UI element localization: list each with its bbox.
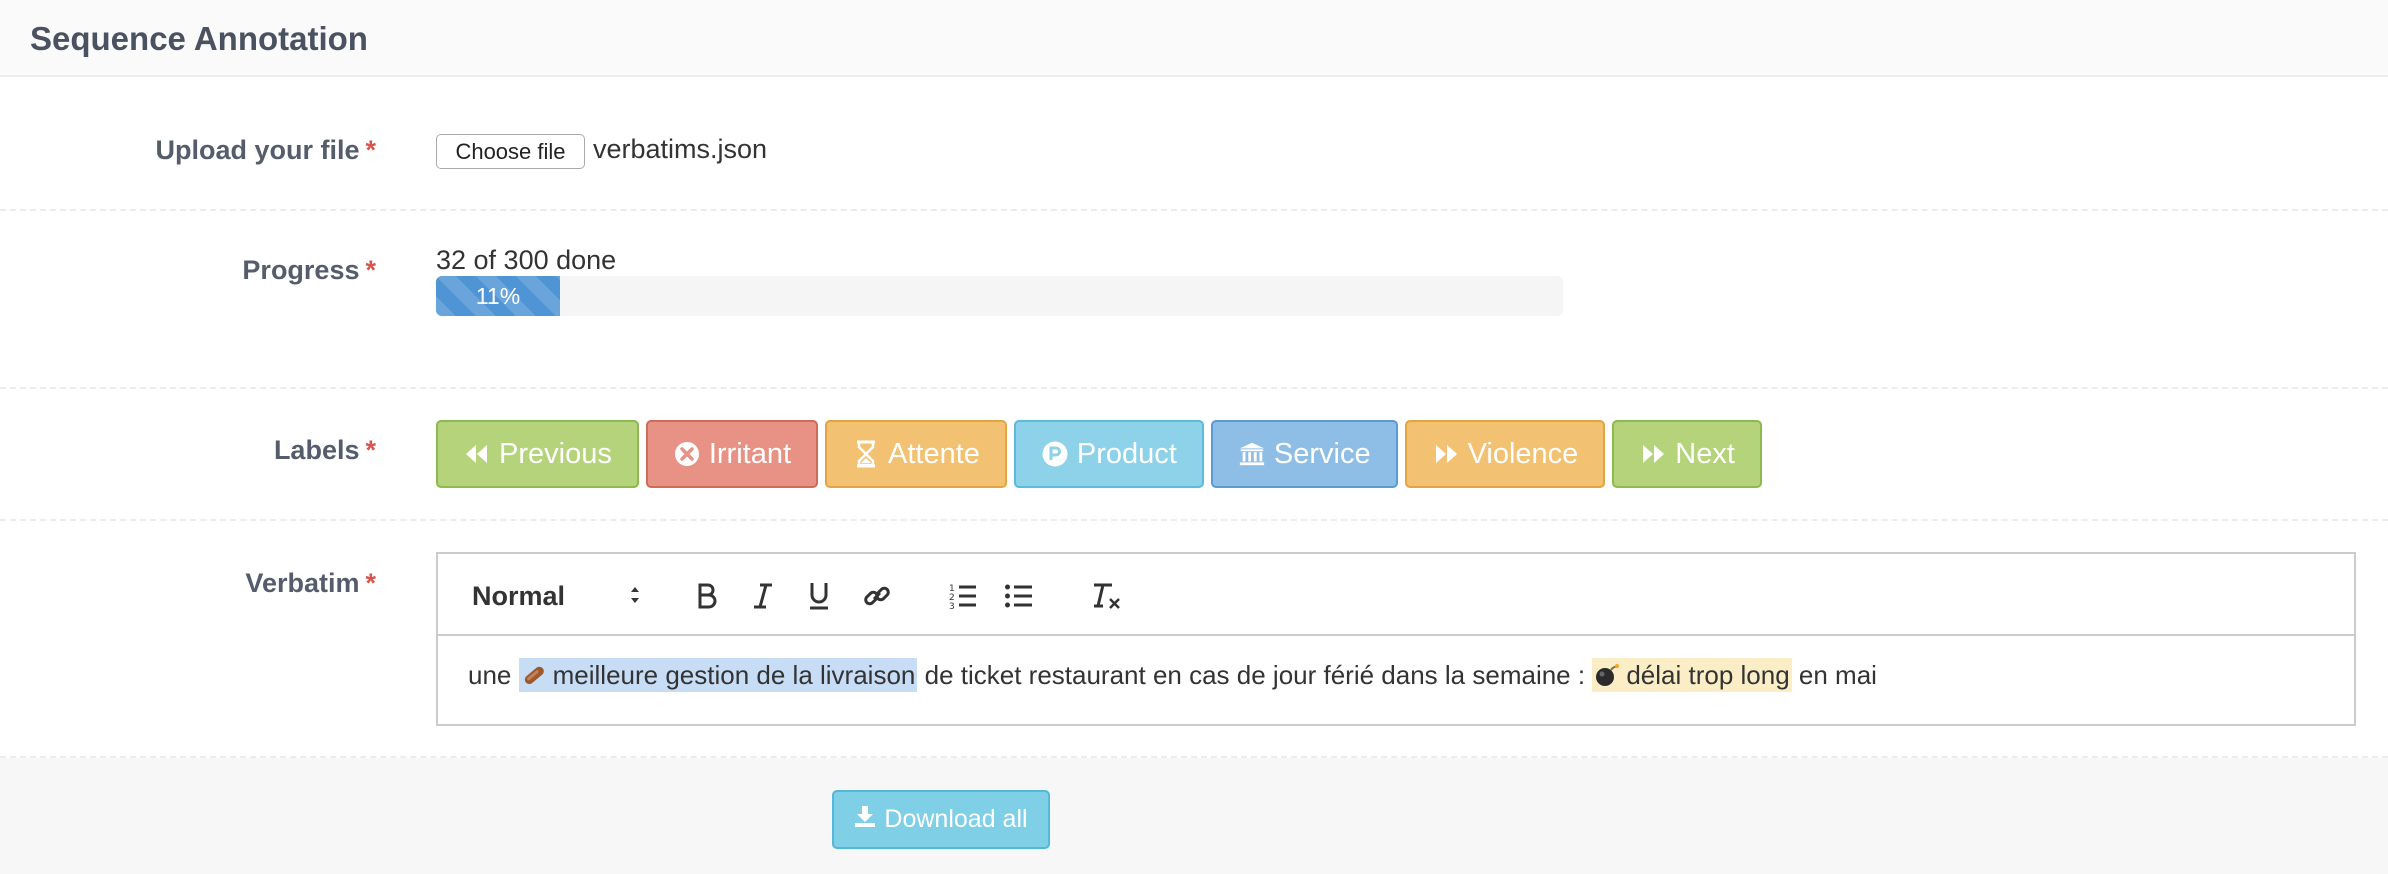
download-all-button[interactable]: Download all (832, 790, 1050, 849)
previous-button-label: Previous (499, 437, 612, 470)
annotation-highlight[interactable]: meilleure gestion de la livraison (518, 658, 918, 695)
underline-button[interactable] (806, 580, 832, 612)
progress-label: Progress * (242, 255, 376, 285)
download-all-label: Download all (884, 805, 1028, 833)
editor-toolbar: Normal 123 (438, 554, 2354, 636)
file-name: verbatims.json (593, 134, 768, 164)
underline-icon (810, 583, 828, 610)
previous-button[interactable]: Previous (436, 420, 639, 488)
form-footer (0, 758, 2388, 874)
bank-icon (1238, 440, 1266, 468)
circle-x-icon (673, 440, 701, 468)
bullet-list-icon (1005, 584, 1032, 608)
format-select[interactable]: Normal (472, 580, 642, 612)
page-title: Sequence Annotation (30, 20, 368, 57)
annotation-highlight[interactable]: délai trop long (1592, 658, 1792, 695)
hourglass-icon (852, 440, 880, 468)
format-select-value: Normal (472, 580, 566, 611)
link-icon (864, 586, 890, 606)
violence-button[interactable]: Violence (1404, 420, 1606, 488)
editor-content[interactable]: une meilleure gestion de la livraison de… (468, 658, 1877, 695)
product-button-label: Product (1076, 437, 1177, 470)
verbatim-text: en mai (1798, 660, 1877, 690)
backward-icon (463, 440, 491, 468)
bullet-list-button[interactable] (1004, 580, 1034, 612)
bold-icon (698, 583, 717, 609)
next-button[interactable]: Next (1612, 420, 1762, 488)
annotation-highlight-text: délai trop long (1626, 660, 1790, 690)
clear-format-icon (1094, 583, 1120, 609)
attente-button-label: Attente (888, 437, 980, 470)
download-icon (854, 804, 876, 835)
link-button[interactable] (862, 580, 892, 612)
clear-format-button[interactable] (1090, 580, 1122, 612)
ordered-list-button[interactable]: 123 (948, 580, 978, 612)
forward-icon (1432, 440, 1460, 468)
progress-text: 32 of 300 done (436, 245, 617, 275)
up-down-arrows-icon (628, 582, 642, 615)
rich-text-editor: Normal 123 une meilleure gestion de la l… (436, 552, 2356, 726)
ordered-list-icon: 123 (949, 584, 976, 611)
verbatim-text: une (468, 660, 512, 690)
product-button[interactable]: Product (1013, 420, 1204, 488)
choose-file-button[interactable]: Choose file (436, 134, 585, 169)
irritant-button[interactable]: Irritant (645, 420, 819, 488)
annotation-highlight-text: meilleure gestion de la livraison (552, 660, 916, 690)
bomb-icon (1594, 662, 1620, 695)
upload-label: Upload your file * (155, 135, 376, 165)
forward-icon (1639, 440, 1667, 468)
service-button-label: Service (1273, 437, 1371, 470)
bold-button[interactable] (694, 580, 720, 612)
label-buttons: Previous Irritant Attente Product Servic… (436, 420, 1762, 488)
circle-p-icon (1041, 440, 1069, 468)
next-button-label: Next (1675, 437, 1735, 470)
italic-icon (754, 583, 772, 609)
upload-row: Upload your file * (0, 79, 2388, 211)
italic-button[interactable] (750, 580, 776, 612)
app-header: Sequence Annotation (0, 0, 2388, 77)
svg-text:3: 3 (949, 602, 955, 611)
progress-bar: 11% (436, 276, 1563, 316)
violence-button-label: Violence (1467, 437, 1579, 470)
verbatim-text: de ticket restaurant en cas de jour féri… (924, 660, 1586, 690)
labels-label: Labels * (273, 435, 376, 465)
service-button[interactable]: Service (1210, 420, 1398, 488)
sausage-icon (521, 662, 547, 695)
irritant-button-label: Irritant (708, 437, 792, 470)
verbatim-label: Verbatim * (245, 568, 376, 598)
progress-fill: 11% (436, 276, 560, 316)
attente-button[interactable]: Attente (825, 420, 1007, 488)
